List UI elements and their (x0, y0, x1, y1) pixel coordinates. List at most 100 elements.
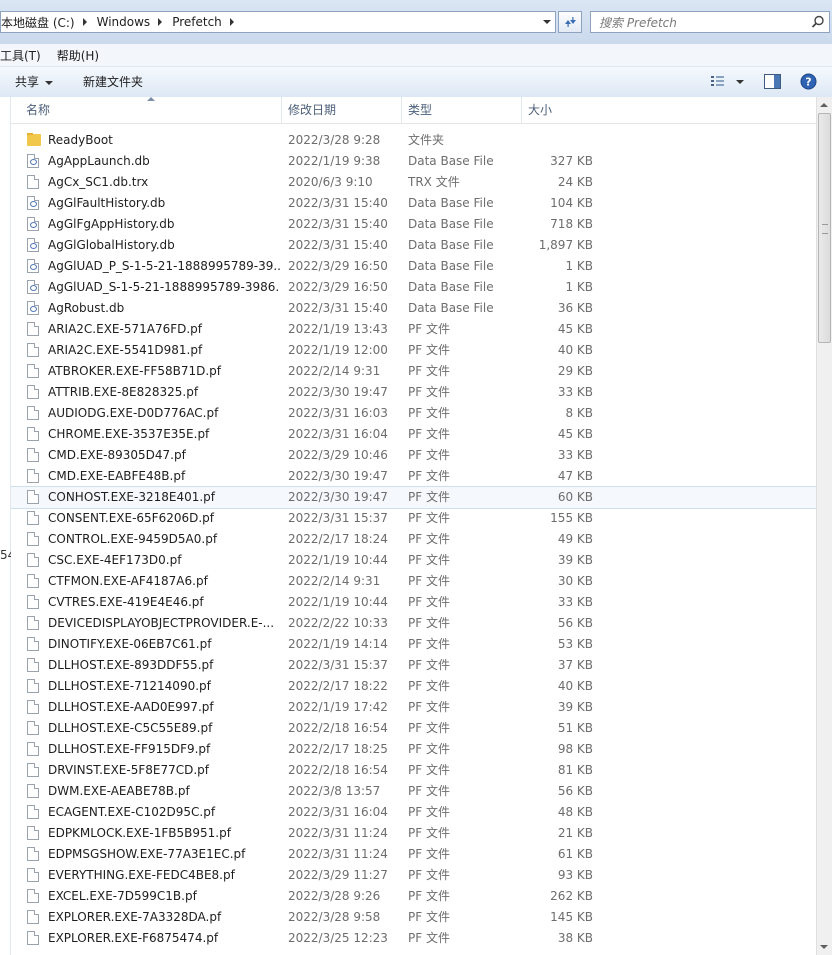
file-type: PF 文件 (408, 742, 450, 756)
scrollbar-thumb[interactable] (818, 113, 831, 343)
file-size: 49 KB (557, 532, 593, 546)
file-name: AgAppLaunch.db (48, 154, 150, 168)
table-row[interactable]: CONHOST.EXE-3218E401.pf 2022/3/30 19:47 PF… (11, 486, 816, 509)
table-row[interactable]: CMD.EXE-89305D47.pf 2022/3/29 10:46 PF 文件 3… (11, 445, 816, 466)
file-name: EXCEL.EXE-7D599C1B.pf (48, 889, 197, 903)
preview-pane-icon[interactable] (764, 74, 781, 89)
menu-help[interactable]: 帮助(H) (57, 47, 107, 64)
table-row[interactable]: EVERYTHING.EXE-FEDC4BE8.pf 2022/3/29 11:2… (11, 865, 816, 886)
file-name: AUDIODG.EXE-D0D776AC.pf (48, 406, 219, 420)
table-row[interactable]: DRVINST.EXE-5F8E77CD.pf 2022/2/18 16:54 PF… (11, 760, 816, 781)
file-type: Data Base File (408, 196, 494, 210)
file-date: 2022/1/19 14:14 (288, 637, 388, 651)
table-row[interactable]: AgAppLaunch.db 2022/1/19 9:38 Data Base Fi… (11, 151, 816, 172)
file-date: 2022/2/14 9:31 (288, 364, 381, 378)
table-row[interactable]: CMD.EXE-EABFE48B.pf 2022/3/30 19:47 PF 文件 4… (11, 466, 816, 487)
file-date: 2022/3/31 11:24 (288, 847, 388, 861)
address-dropdown-icon[interactable] (543, 20, 551, 24)
scroll-down-icon[interactable] (820, 945, 828, 949)
refresh-button[interactable] (558, 11, 582, 33)
breadcrumb-drive[interactable]: 本地磁盘 (C:) (1, 14, 79, 31)
address-bar[interactable]: 本地磁盘 (C:) Windows Prefetch (0, 11, 556, 33)
scroll-up-icon[interactable] (820, 103, 828, 107)
breadcrumb-separator-icon[interactable] (229, 18, 234, 26)
table-row[interactable]: DEVICEDISPLAYOBJECTPROVIDER.E-... 2022/2/… (11, 613, 816, 634)
new-folder-button[interactable]: 新建文件夹 (83, 73, 143, 90)
file-size: 39 KB (557, 553, 593, 567)
file-date: 2022/3/28 9:58 (288, 910, 381, 924)
file-icon (27, 427, 41, 442)
file-type: Data Base File (408, 301, 494, 315)
table-row[interactable]: EXPLORER.EXE-7A3328DA.pf 2022/3/28 9:58 PF… (11, 907, 816, 928)
table-row[interactable]: AgGlFaultHistory.db 2022/3/31 15:40 Data B… (11, 193, 816, 214)
file-type: PF 文件 (408, 805, 450, 819)
table-row[interactable]: AUDIODG.EXE-D0D776AC.pf 2022/3/31 16:03 PF… (11, 403, 816, 424)
file-name: ARIA2C.EXE-5541D981.pf (48, 343, 203, 357)
table-row[interactable]: AgGlUAD_P_S-1-5-21-1888995789-39... 2022/… (11, 256, 816, 277)
file-size: 37 KB (557, 658, 593, 672)
share-button[interactable]: 共享 (15, 73, 54, 90)
table-row[interactable]: AgGlFgAppHistory.db 2022/3/31 15:40 Data B… (11, 214, 816, 235)
breadcrumb-windows[interactable]: Windows (97, 15, 155, 29)
file-icon (27, 511, 41, 526)
breadcrumb-prefetch[interactable]: Prefetch (172, 15, 226, 29)
file-icon (27, 826, 41, 841)
file-date: 2022/1/19 17:42 (288, 700, 388, 714)
view-options-icon[interactable] (710, 75, 726, 89)
view-dropdown-icon[interactable] (736, 80, 744, 84)
search-icon[interactable] (811, 15, 825, 29)
table-row[interactable]: CHROME.EXE-3537E35E.pf 2022/3/31 16:04 PF … (11, 424, 816, 445)
table-row[interactable]: ReadyBoot 2022/3/28 9:28 文件夹 (11, 130, 816, 151)
table-row[interactable]: AgCx_SC1.db.trx 2020/6/3 9:10 TRX 文件 24 KB (11, 172, 816, 193)
table-row[interactable]: DLLHOST.EXE-C5C55E89.pf 2022/2/18 16:54 PF… (11, 718, 816, 739)
column-size[interactable]: 大小 (522, 97, 602, 123)
file-icon (27, 595, 41, 610)
table-row[interactable]: DLLHOST.EXE-AAD0E997.pf 2022/1/19 17:42 PF… (11, 697, 816, 718)
breadcrumb-separator-icon[interactable] (82, 18, 87, 26)
table-row[interactable]: DINOTIFY.EXE-06EB7C61.pf 2022/1/19 14:14 P… (11, 634, 816, 655)
file-type: PF 文件 (408, 532, 450, 546)
table-row[interactable]: CVTRES.EXE-419E4E46.pf 2022/1/19 10:44 PF … (11, 592, 816, 613)
table-row[interactable]: AgRobust.db 2022/3/31 15:40 Data Base File… (11, 298, 816, 319)
table-row[interactable]: EXPLORER.EXE-F6875474.pf 2022/3/25 12:23 P… (11, 928, 816, 949)
table-row[interactable]: AgGlUAD_S-1-5-21-1888995789-3986... 2022/… (11, 277, 816, 298)
table-row[interactable]: AgGlGlobalHistory.db 2022/3/31 15:40 Data … (11, 235, 816, 256)
database-file-icon (27, 280, 41, 295)
search-input[interactable] (597, 13, 811, 33)
table-row[interactable]: ARIA2C.EXE-5541D981.pf 2022/1/19 12:00 PF … (11, 340, 816, 361)
table-row[interactable]: ATBROKER.EXE-FF58B71D.pf 2022/2/14 9:31 PF… (11, 361, 816, 382)
table-row[interactable]: ECAGENT.EXE-C102D95C.pf 2022/3/31 16:04 PF… (11, 802, 816, 823)
file-type: PF 文件 (408, 910, 450, 924)
file-size: 36 KB (557, 301, 593, 315)
table-row[interactable]: CTFMON.EXE-AF4187A6.pf 2022/2/14 9:31 PF 文… (11, 571, 816, 592)
table-row[interactable]: DLLHOST.EXE-FF915DF9.pf 2022/2/17 18:25 PF… (11, 739, 816, 760)
file-date: 2022/2/22 10:33 (288, 616, 388, 630)
table-row[interactable]: ATTRIB.EXE-8E828325.pf 2022/3/30 19:47 PF … (11, 382, 816, 403)
database-file-icon (27, 196, 41, 211)
file-name: CONTROL.EXE-9459D5A0.pf (48, 532, 218, 546)
column-type[interactable]: 类型 (402, 97, 522, 123)
vertical-scrollbar[interactable] (816, 97, 832, 955)
file-type: 文件夹 (408, 133, 445, 147)
table-row[interactable]: CONSENT.EXE-65F6206D.pf 2022/3/31 15:37 PF… (11, 508, 816, 529)
file-type: PF 文件 (408, 322, 450, 336)
table-row[interactable]: CONTROL.EXE-9459D5A0.pf 2022/2/17 18:24 PF… (11, 529, 816, 550)
breadcrumb-separator-icon[interactable] (158, 18, 163, 26)
table-row[interactable]: DWM.EXE-AEABE78B.pf 2022/3/8 13:57 PF 文件 56… (11, 781, 816, 802)
menu-tools[interactable]: 工具(T) (0, 47, 49, 64)
table-row[interactable]: ARIA2C.EXE-571A76FD.pf 2022/1/19 13:43 PF … (11, 319, 816, 340)
column-name[interactable]: 名称 (20, 97, 282, 123)
table-row[interactable]: DLLHOST.EXE-71214090.pf 2022/2/17 18:22 PF… (11, 676, 816, 697)
table-row[interactable]: EDPMSGSHOW.EXE-77A3E1EC.pf 2022/3/31 11:2… (11, 844, 816, 865)
table-row[interactable]: CSC.EXE-4EF173D0.pf 2022/1/19 10:44 PF 文件 3… (11, 550, 816, 571)
help-icon[interactable]: ? (800, 73, 817, 90)
file-size: 40 KB (557, 343, 593, 357)
table-row[interactable]: EXCEL.EXE-7D599C1B.pf 2022/3/28 9:26 PF 文件… (11, 886, 816, 907)
file-name: CONHOST.EXE-3218E401.pf (48, 490, 216, 504)
file-name: DWM.EXE-AEABE78B.pf (48, 784, 190, 798)
table-row[interactable]: EDPKMLOCK.EXE-1FB5B951.pf 2022/3/31 11:24… (11, 823, 816, 844)
table-row[interactable]: DLLHOST.EXE-893DDF55.pf 2022/3/31 15:37 PF… (11, 655, 816, 676)
file-size: 1 KB (565, 280, 593, 294)
search-box[interactable] (590, 11, 830, 33)
column-date[interactable]: 修改日期 (282, 97, 402, 123)
